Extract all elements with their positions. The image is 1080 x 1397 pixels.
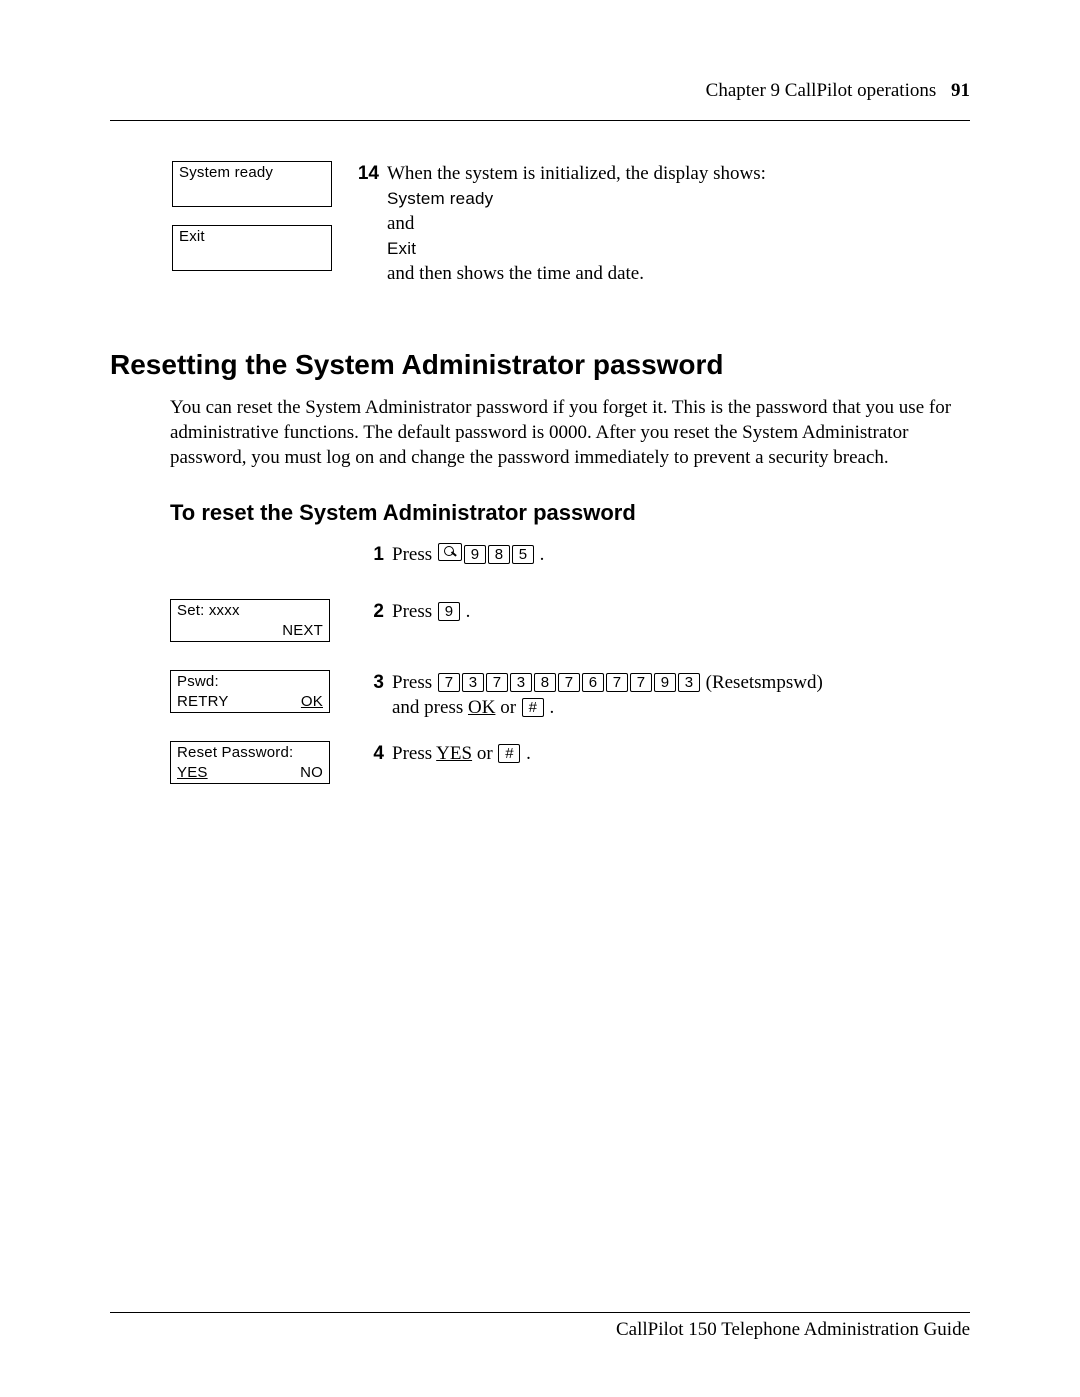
lcd-softkeys: YES NO xyxy=(171,764,329,783)
lcd-line: Exit xyxy=(173,226,331,248)
page-number: 91 xyxy=(951,80,970,101)
step-14-text: 14 When the system is initialized, the d… xyxy=(349,161,970,286)
step-number: 2 xyxy=(354,599,392,624)
period: . xyxy=(545,697,555,718)
press-label: Press xyxy=(392,544,437,565)
or-label: or xyxy=(472,743,497,764)
lcd-line: Reset Password: xyxy=(171,742,329,764)
section-body: You can reset the System Administrator p… xyxy=(170,395,970,470)
lcd-softkeys: NEXT xyxy=(171,622,329,641)
lcd-line: System ready xyxy=(173,162,331,184)
step-text: and then shows the time and date. xyxy=(387,263,644,284)
or-label: or xyxy=(495,697,520,718)
lcd-line: Pswd: xyxy=(171,671,329,693)
key-3: 3 xyxy=(462,673,484,692)
step-text: When the system is initialized, the disp… xyxy=(387,163,766,184)
subsection-heading: To reset the System Administrator passwo… xyxy=(170,500,970,526)
page: Chapter 9 CallPilot operations 91 System… xyxy=(0,0,1080,1397)
step-4-display-col: Reset Password: YES NO xyxy=(170,741,354,802)
lcd-inline: Exit xyxy=(387,239,416,258)
key-6: 6 xyxy=(582,673,604,692)
step-number: 14 xyxy=(349,161,387,286)
step-2-row: Set: xxxx NEXT 2 Press 9 . xyxy=(170,599,970,660)
step-14-row: System ready Exit 14 When the system is … xyxy=(110,161,970,289)
lcd-line-blank xyxy=(173,184,331,206)
step-4-row: Reset Password: YES NO 4 Press YES or # … xyxy=(170,741,970,802)
softkey-ok-inline: OK xyxy=(468,697,495,718)
softkey-left: YES xyxy=(177,764,208,781)
running-header: Chapter 9 CallPilot operations 91 xyxy=(110,80,970,102)
step-number: 3 xyxy=(354,670,392,720)
step-3-row: Pswd: RETRY OK 3 Press 73738767793 (Rese… xyxy=(170,670,970,731)
step-1-row: 1 Press 985 . xyxy=(170,542,970,567)
key-5: 5 xyxy=(512,545,534,564)
content-area: System ready Exit 14 When the system is … xyxy=(110,161,970,802)
step-body: Press 73738767793 (Resetsmpswd) and pres… xyxy=(392,670,970,720)
step-number: 1 xyxy=(354,542,392,567)
period: . xyxy=(461,601,471,622)
step-1-text: 1 Press 985 . xyxy=(354,542,970,567)
footer-text: CallPilot 150 Telephone Administration G… xyxy=(110,1319,970,1341)
key-7: 7 xyxy=(630,673,652,692)
chapter-title: Chapter 9 CallPilot operations xyxy=(706,80,937,101)
period: . xyxy=(535,544,545,565)
step-14-displays: System ready Exit xyxy=(110,161,349,289)
footer-rule xyxy=(110,1312,970,1313)
key-3: 3 xyxy=(510,673,532,692)
press-label: Press xyxy=(392,601,437,622)
steps-block: 1 Press 985 . Set: xxxx NEXT xyxy=(170,542,970,802)
key-3: 3 xyxy=(678,673,700,692)
step-2-text: 2 Press 9 . xyxy=(354,599,970,624)
lcd-display-system-ready: System ready xyxy=(172,161,332,207)
key-7: 7 xyxy=(438,673,460,692)
lcd-line: Set: xxxx xyxy=(171,600,329,622)
key-7: 7 xyxy=(486,673,508,692)
key-hash: # xyxy=(498,744,520,763)
key-9: 9 xyxy=(654,673,676,692)
softkey-left: RETRY xyxy=(177,693,229,710)
softkey-right: NO xyxy=(300,764,323,781)
lcd-line-blank xyxy=(173,248,331,270)
and-press-label: and press xyxy=(392,697,468,718)
step-3-text: 3 Press 73738767793 (Resetsmpswd) and pr… xyxy=(354,670,970,720)
lcd-softkeys: RETRY OK xyxy=(171,693,329,712)
step-body: Press 9 . xyxy=(392,599,970,624)
lcd-display-pswd: Pswd: RETRY OK xyxy=(170,670,330,713)
key-8: 8 xyxy=(534,673,556,692)
press-label: Press xyxy=(392,743,436,764)
key-7: 7 xyxy=(558,673,580,692)
header-rule xyxy=(110,120,970,121)
step-body: Press YES or # . xyxy=(392,741,970,766)
softkey-right: NEXT xyxy=(282,622,323,639)
lcd-inline: System ready xyxy=(387,189,493,208)
section-heading: Resetting the System Administrator passw… xyxy=(110,349,970,381)
key-9: 9 xyxy=(438,602,460,621)
lcd-display-exit: Exit xyxy=(172,225,332,271)
key-8: 8 xyxy=(488,545,510,564)
step-body: When the system is initialized, the disp… xyxy=(387,161,970,286)
step-4-text: 4 Press YES or # . xyxy=(354,741,970,766)
lcd-display-set: Set: xxxx NEXT xyxy=(170,599,330,642)
step-2-display-col: Set: xxxx NEXT xyxy=(170,599,354,660)
step-body: Press 985 . xyxy=(392,542,970,567)
period: . xyxy=(521,743,531,764)
step-text: and xyxy=(387,213,414,234)
key-7: 7 xyxy=(606,673,628,692)
key-hash: # xyxy=(522,698,544,717)
footer: CallPilot 150 Telephone Administration G… xyxy=(110,1312,970,1341)
softkey-yes-inline: YES xyxy=(436,743,472,764)
lcd-display-reset-password: Reset Password: YES NO xyxy=(170,741,330,784)
paren-label: (Resetsmpswd) xyxy=(701,672,823,693)
press-label: Press xyxy=(392,672,437,693)
softkey-right: OK xyxy=(301,693,323,710)
step-number: 4 xyxy=(354,741,392,766)
feature-key-icon xyxy=(438,543,462,561)
step-3-display-col: Pswd: RETRY OK xyxy=(170,670,354,731)
key-9: 9 xyxy=(464,545,486,564)
